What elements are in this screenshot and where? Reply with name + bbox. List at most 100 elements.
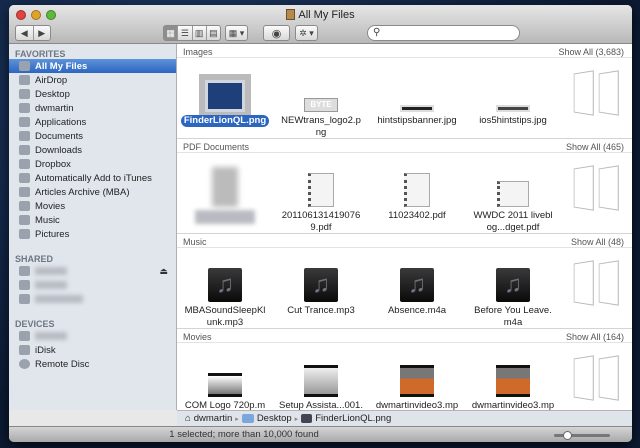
sidebar-item-label: Articles Archive (MBA) [35,186,130,198]
movies-icon [19,201,30,211]
show-all-link[interactable]: Show All (465) [566,142,624,152]
sidebar-item-movies[interactable]: Movies [9,199,176,213]
file-item[interactable]: dwmartinvideo3.mp4 [465,349,561,410]
sidebar-item-label: Dropbox [35,158,71,170]
file-name: dwmartinvideo3.mp4 [375,400,459,410]
sidebar-item-all-my-files[interactable]: All My Files [9,59,176,73]
image-thumbnail: BYTE [304,98,338,112]
file-item[interactable]: dwmartinvideo3.mp4 [369,349,465,410]
disc-icon [19,359,30,369]
file-name: 2011061314190769.pdf [281,210,361,233]
airdrop-icon [19,75,30,85]
sidebar-item-dwmartin[interactable]: dwmartin [9,101,176,115]
sidebar-item-label: Remote Disc [35,358,90,370]
sidebar-item-documents[interactable]: Documents [9,129,176,143]
sidebar-item-label: dwmartin [35,102,74,114]
file-item[interactable]: WWDC 2011 liveblog...dget.pdf [465,159,561,234]
redacted-label [35,281,67,289]
file-item[interactable]: BYTE NEWtrans_logo2.png [273,64,369,139]
music-note-icon: ♫ [304,268,338,302]
file-item[interactable]: 11023402.pdf [369,159,465,234]
sidebar-item-shared-3[interactable] [9,292,176,306]
view-mode-control[interactable]: ▦ ☰ ▥ ▤ [163,25,221,41]
sidebar-item-label: Downloads [35,144,82,156]
more-items-stack[interactable] [572,355,632,405]
section-movies: Movies Show All (164) COM Logo 720p.mov Set… [177,329,632,410]
file-item[interactable]: Setup Assista...001.mov [273,349,369,410]
file-item[interactable]: ♫ Before You Leave.m4a [465,254,561,329]
sidebar-item-remote-disc[interactable]: Remote Disc [9,357,176,371]
file-item[interactable]: 2011061314190769.pdf [273,159,369,234]
status-bar: 1 selected; more than 10,000 found [9,426,632,442]
section-title: Movies [183,332,212,342]
sidebar-item-label: Movies [35,200,66,212]
eject-icon[interactable]: ⏏ [159,266,168,277]
forward-button[interactable]: ▶ [34,26,51,40]
file-item[interactable]: ♫ Absence.m4a [369,254,465,329]
redacted-label [35,267,67,275]
action-button[interactable]: ✲ ▾ [295,25,318,41]
path-item-desktop[interactable]: Desktop [257,413,292,424]
section-title: Images [183,47,213,57]
show-all-link[interactable]: Show All (3,683) [558,47,624,57]
back-forward-control[interactable]: ◀ ▶ [15,25,51,41]
music-note-icon: ♫ [400,268,434,302]
folder-icon [19,173,30,183]
all-files-icon [286,9,296,20]
sidebar-item-airdrop[interactable]: AirDrop [9,73,176,87]
path-item-home[interactable]: dwmartin [194,413,233,424]
finder-window: All My Files ◀ ▶ ▦ ☰ ▥ ▤ ▦ ▾ ◉ ✲ ▾ ⚲ FAV… [9,5,632,442]
more-items-stack[interactable] [572,165,632,215]
home-icon [19,103,30,113]
sidebar-item-shared-2[interactable] [9,278,176,292]
more-items-stack[interactable] [572,260,632,310]
sidebar-item-downloads[interactable]: Downloads [9,143,176,157]
sidebar-item-idisk[interactable]: iDisk [9,343,176,357]
show-all-link[interactable]: Show All (164) [566,332,624,342]
list-view-button[interactable]: ☰ [178,26,193,40]
file-item[interactable]: ♫ Cut Trance.mp3 [273,254,369,329]
more-items-stack[interactable] [572,70,632,120]
laptop-icon [19,331,30,341]
sidebar-item-shared-1[interactable]: ⏏ [9,264,176,278]
column-view-button[interactable]: ▥ [193,26,207,40]
sidebar-item-dropbox[interactable]: Dropbox [9,157,176,171]
sidebar-item-automatically-add-to-itunes[interactable]: Automatically Add to iTunes [9,171,176,185]
path-item-file[interactable]: FinderLionQL.png [315,413,391,424]
search-field[interactable]: ⚲ [367,25,520,41]
chevron-right-icon: ▸ [294,415,299,423]
file-name: COM Logo 720p.mov [184,400,266,410]
file-item[interactable]: ♫ MBASoundSleepKlunk.mp3 [177,254,273,329]
sidebar-item-articles-archive-mba[interactable]: Articles Archive (MBA) [9,185,176,199]
icon-view-button[interactable]: ▦ [164,26,179,40]
sidebar-item-label: iDisk [35,344,56,356]
show-all-link[interactable]: Show All (48) [571,237,624,247]
sidebar-item-music[interactable]: Music [9,213,176,227]
blurred-document-thumbnail [212,167,238,207]
sidebar-item-label: Music [35,214,60,226]
sidebar-item-label: AirDrop [35,74,68,86]
sidebar-item-applications[interactable]: Applications [9,115,176,129]
back-button[interactable]: ◀ [16,26,34,40]
file-item[interactable]: ios5hintstips.jpg [465,64,561,139]
section-header: Images Show All (3,683) [177,44,632,58]
music-icon [19,215,30,225]
slider-knob[interactable] [563,431,573,440]
section-images: Images Show All (3,683) FinderLionQL.png BY… [177,44,632,139]
coverflow-view-button[interactable]: ▤ [207,26,220,40]
quicklook-button[interactable]: ◉ [263,25,290,41]
file-name: WWDC 2011 liveblog...dget.pdf [473,210,553,233]
folder-icon [241,414,254,423]
file-item[interactable]: COM Logo 720p.mov [177,349,273,410]
file-name: FinderLionQL.png [180,115,270,127]
file-item[interactable]: FinderLionQL.png [177,64,273,139]
sidebar-item-device-1[interactable] [9,329,176,343]
sidebar-item-desktop[interactable]: Desktop [9,87,176,101]
video-thumbnail [304,365,338,397]
sidebar-item-pictures[interactable]: Pictures [9,227,176,241]
home-icon: ⌂ [185,413,191,424]
icon-size-slider[interactable] [554,431,610,440]
file-item[interactable]: hintstipsbanner.jpg [369,64,465,139]
file-item[interactable] [177,159,273,234]
arrange-button[interactable]: ▦ ▾ [225,25,248,41]
